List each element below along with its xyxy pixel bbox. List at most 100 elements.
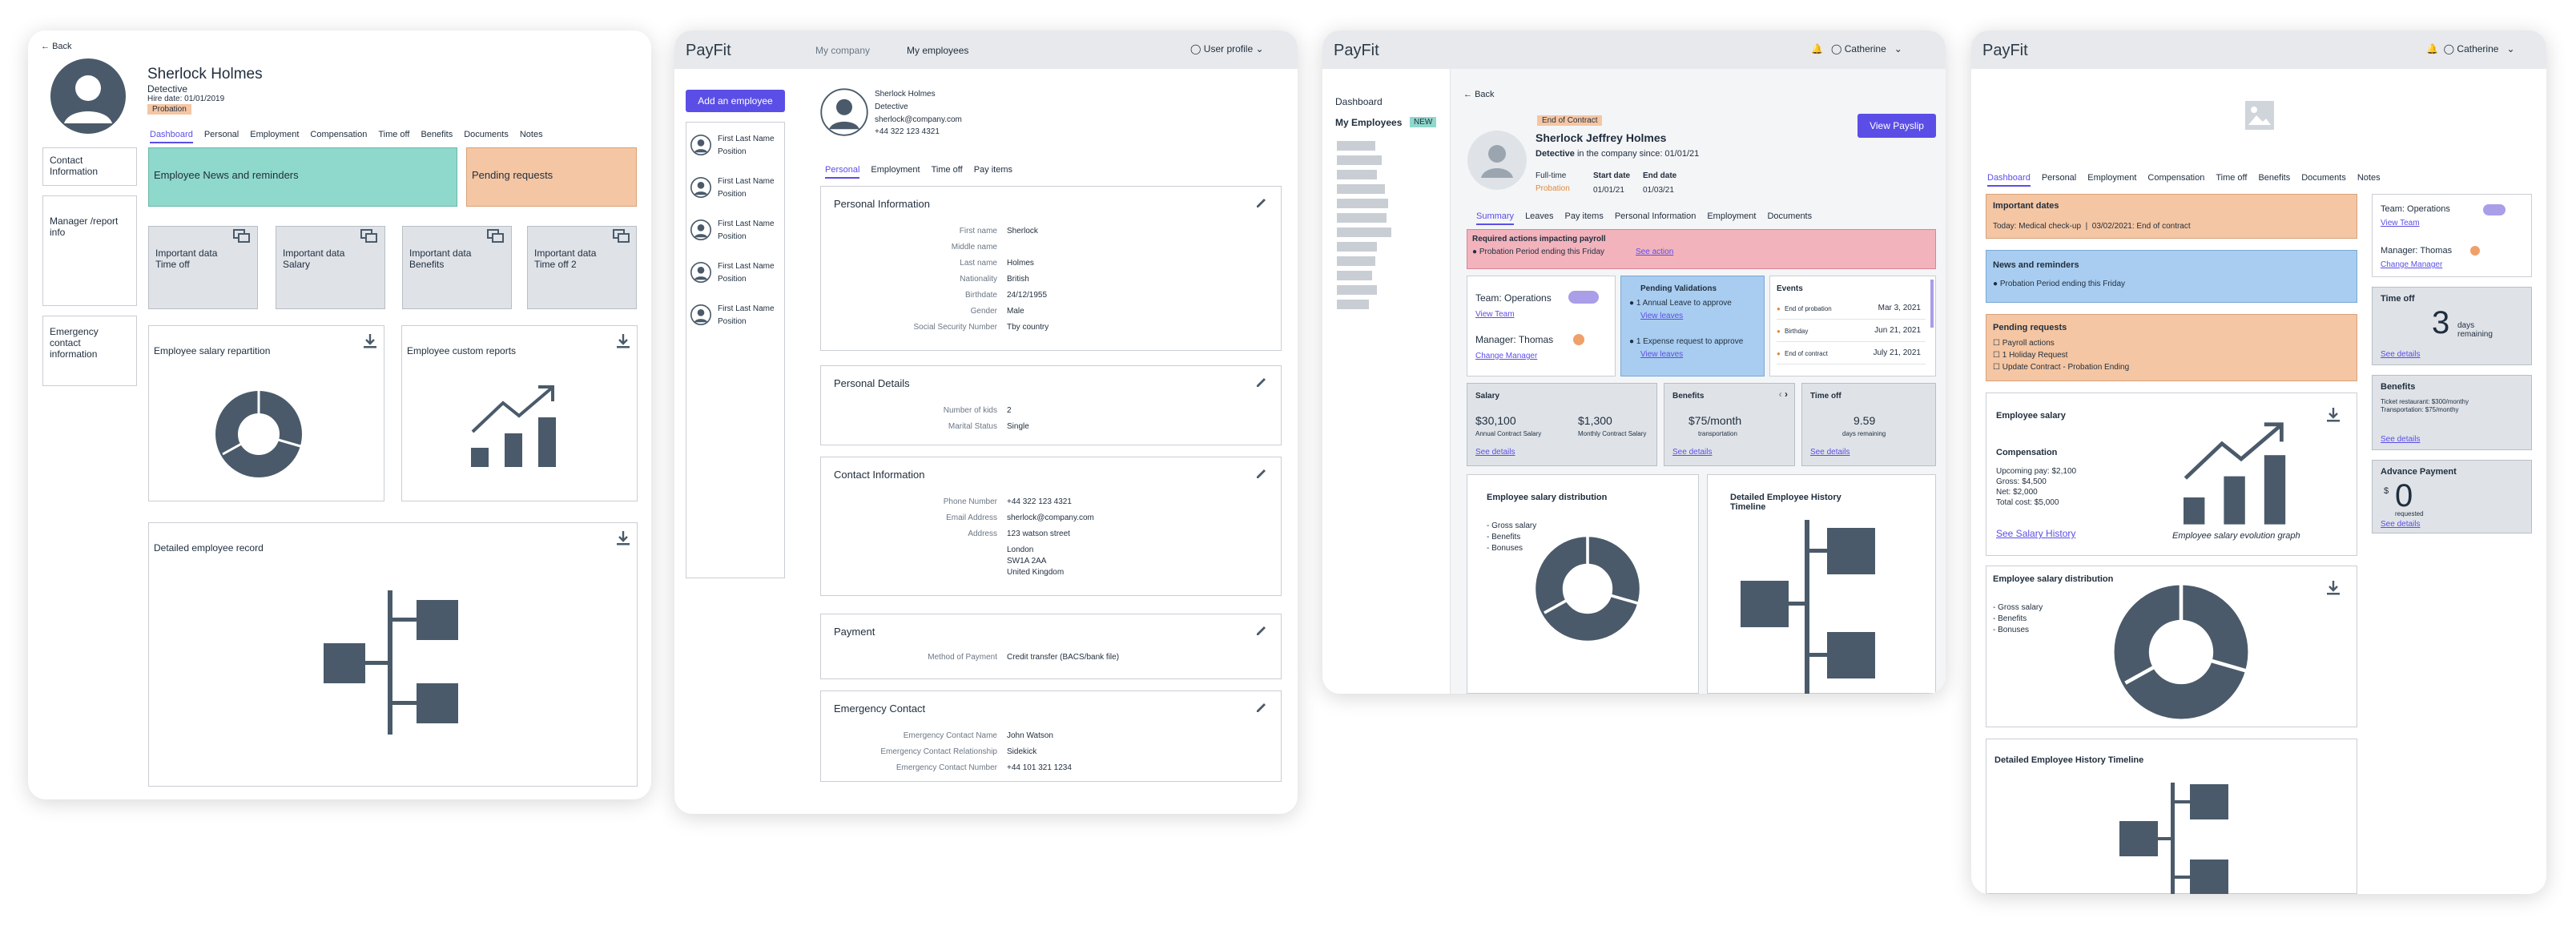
view-payslip-button[interactable]: View Payslip: [1858, 114, 1936, 138]
nav-my-employees[interactable]: My employees: [907, 45, 968, 56]
edit-icon[interactable]: [1255, 467, 1268, 480]
tab-benefits[interactable]: Benefits: [2258, 173, 2290, 183]
tab-personal-information[interactable]: Personal Information: [1615, 211, 1697, 221]
download-icon[interactable]: [614, 332, 632, 350]
user-menu[interactable]: 🔔 ◯ Catherine ⌄: [1811, 43, 1902, 54]
tab-dashboard[interactable]: Dashboard: [150, 130, 193, 143]
view-team-link[interactable]: View Team: [1475, 310, 1515, 319]
nav-my-company[interactable]: My company: [815, 45, 870, 56]
employee-list-item[interactable]: First Last Name Position: [690, 172, 783, 206]
tab-employment[interactable]: Employment: [871, 165, 920, 175]
employee-list-name: First Last Name: [718, 135, 775, 143]
checkbox[interactable]: ☐: [1993, 363, 2000, 372]
chevron-right-icon[interactable]: ›: [1785, 389, 1788, 400]
tab-pay-items[interactable]: Pay items: [974, 165, 1012, 175]
tab-employment[interactable]: Employment: [250, 130, 299, 139]
tab-dashboard[interactable]: Dashboard: [1987, 173, 2031, 187]
see-details-link[interactable]: See details: [1672, 448, 1712, 457]
history-timeline-card: Detailed Employee History Timeline: [1707, 474, 1936, 694]
change-manager-link[interactable]: Change Manager: [1475, 352, 1537, 360]
add-employee-button[interactable]: Add an employee: [686, 90, 785, 112]
download-icon[interactable]: [614, 529, 632, 547]
field-value[interactable]: Male: [1007, 307, 1024, 316]
advance-label: requested: [2395, 510, 2424, 517]
scrollbar[interactable]: [1930, 280, 1934, 328]
card-title: Benefits: [2381, 382, 2416, 392]
tab-documents[interactable]: Documents: [464, 130, 509, 139]
field-value[interactable]: 24/12/1955: [1007, 291, 1047, 300]
employee-list-item[interactable]: First Last Name Position: [690, 300, 783, 333]
view-leaves-link[interactable]: View leaves: [1640, 312, 1683, 320]
field-value[interactable]: Holmes: [1007, 259, 1034, 268]
checkbox[interactable]: ☐: [1993, 339, 2000, 348]
tab-documents[interactable]: Documents: [1767, 211, 1812, 221]
checkbox[interactable]: ☐: [1993, 351, 2000, 360]
see-details-link[interactable]: See details: [2381, 350, 2420, 359]
field-value[interactable]: 123 watson street: [1007, 529, 1070, 538]
field-value[interactable]: +44 322 123 4321: [1007, 497, 1072, 506]
tab-compensation[interactable]: Compensation: [310, 130, 367, 139]
download-icon[interactable]: [2324, 406, 2342, 424]
tab-time-off[interactable]: Time off: [378, 130, 409, 139]
field-value[interactable]: Tby country: [1007, 323, 1049, 332]
tab-personal[interactable]: Personal: [204, 130, 239, 139]
tab-time-off[interactable]: Time off: [932, 165, 963, 175]
user-profile-menu[interactable]: ◯ User profile ⌄: [1190, 43, 1264, 54]
tab-documents[interactable]: Documents: [2301, 173, 2346, 183]
skeleton-bar: [1337, 242, 1377, 252]
edit-icon[interactable]: [1255, 196, 1268, 209]
tab-notes[interactable]: Notes: [2357, 173, 2381, 183]
bell-icon[interactable]: 🔔: [2426, 43, 2438, 54]
tab-compensation[interactable]: Compensation: [2147, 173, 2204, 183]
tab-benefits[interactable]: Benefits: [421, 130, 453, 139]
see-details-link[interactable]: See details: [2381, 435, 2420, 444]
chevron-left-icon[interactable]: ‹: [1779, 389, 1782, 400]
side-contact-info[interactable]: Contact Information: [42, 147, 137, 186]
side-manager-info[interactable]: Manager /report info: [42, 195, 137, 306]
copy-icon[interactable]: [487, 229, 505, 244]
user-icon: ◯: [1190, 43, 1201, 54]
view-leaves-link[interactable]: View leaves: [1640, 350, 1683, 359]
employee-list-item[interactable]: First Last Name Position: [690, 215, 783, 248]
edit-icon[interactable]: [1255, 624, 1268, 637]
download-icon[interactable]: [2324, 579, 2342, 597]
tab-employment[interactable]: Employment: [2087, 173, 2136, 183]
employee-list-item[interactable]: First Last Name Position: [690, 130, 783, 163]
download-icon[interactable]: [361, 332, 379, 350]
back-link[interactable]: ← Back: [41, 42, 72, 51]
nav-my-employees[interactable]: My Employees: [1335, 117, 1402, 128]
field-value[interactable]: British: [1007, 275, 1029, 284]
change-manager-link[interactable]: Change Manager: [2381, 260, 2442, 269]
pager-arrows[interactable]: ‹ ›: [1779, 389, 1788, 400]
edit-icon[interactable]: [1255, 701, 1268, 714]
field-row: Address 123 watson street: [821, 529, 1282, 541]
tab-notes[interactable]: Notes: [520, 130, 543, 139]
side-emergency-contact[interactable]: Emergency contact information: [42, 316, 137, 386]
see-details-link[interactable]: See details: [1475, 448, 1515, 457]
tab-summary[interactable]: Summary: [1476, 211, 1515, 225]
tab-pay-items[interactable]: Pay items: [1565, 211, 1604, 221]
field-value[interactable]: sherlock@company.com: [1007, 513, 1094, 522]
nav-dashboard[interactable]: Dashboard: [1335, 96, 1383, 107]
see-salary-history-link[interactable]: See Salary History: [1996, 528, 2075, 539]
tab-time-off[interactable]: Time off: [2216, 173, 2247, 183]
tab-personal[interactable]: Personal: [2042, 173, 2076, 183]
bell-icon[interactable]: 🔔: [1811, 43, 1823, 54]
event-date: Mar 3, 2021: [1878, 304, 1921, 312]
employee-list-item[interactable]: First Last Name Position: [690, 257, 783, 291]
copy-icon[interactable]: [613, 229, 630, 244]
edit-icon[interactable]: [1255, 376, 1268, 389]
field-value[interactable]: Sherlock: [1007, 227, 1038, 236]
copy-icon[interactable]: [233, 229, 251, 244]
back-link[interactable]: ← Back: [1463, 90, 1495, 99]
tab-leaves[interactable]: Leaves: [1525, 211, 1553, 221]
copy-icon[interactable]: [360, 229, 378, 244]
tab-employment[interactable]: Employment: [1707, 211, 1756, 221]
view-team-link[interactable]: View Team: [2381, 219, 2420, 227]
see-details-link[interactable]: See details: [1810, 448, 1849, 457]
user-menu[interactable]: 🔔 ◯ Catherine ⌄: [2426, 43, 2515, 54]
time-off-value: 9.59: [1854, 414, 1876, 427]
see-action-link[interactable]: See action: [1636, 248, 1673, 256]
tab-personal[interactable]: Personal: [825, 165, 860, 179]
see-details-link[interactable]: See details: [2381, 520, 2420, 529]
